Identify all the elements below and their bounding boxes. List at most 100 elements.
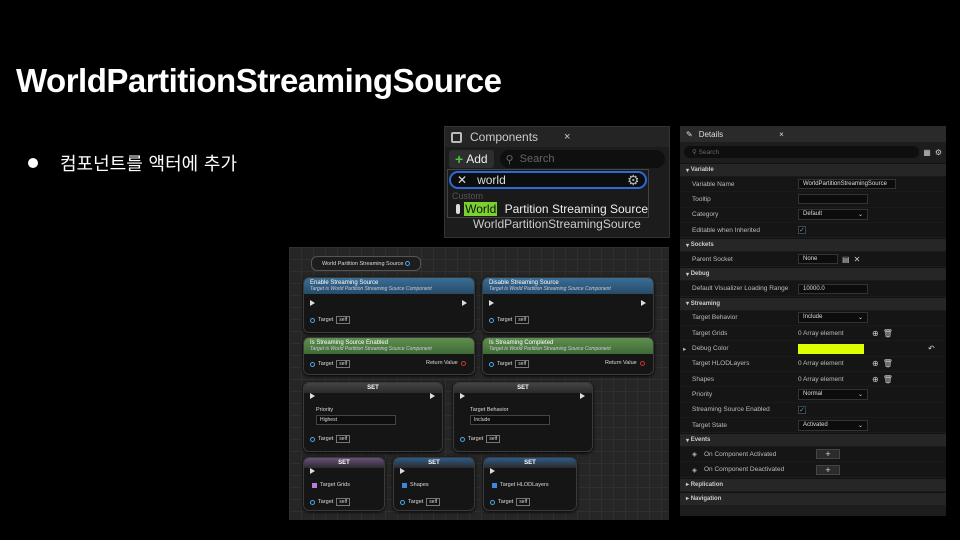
component-reference-node[interactable]: World Partition Streaming Source bbox=[311, 256, 421, 271]
details-search-input[interactable]: ⚲ Search bbox=[684, 146, 920, 158]
component-tree-item[interactable]: WorldPartitionStreamingSource bbox=[473, 217, 641, 231]
row-editable: Editable when Inherited ✓ bbox=[680, 221, 946, 238]
output-pin[interactable] bbox=[405, 261, 411, 266]
set-priority-node[interactable]: SET Priority Highest Target self bbox=[303, 382, 443, 452]
exec-out-pin[interactable] bbox=[462, 300, 467, 306]
clear-icon[interactable]: ✕ bbox=[854, 255, 861, 264]
target-pin[interactable] bbox=[310, 361, 315, 367]
search-icon: ⚲ bbox=[505, 153, 514, 166]
return-pin[interactable] bbox=[460, 360, 466, 366]
grid-view-icon[interactable]: ▦ bbox=[923, 148, 931, 157]
add-circle-icon[interactable]: ⊕ bbox=[872, 359, 879, 368]
add-event-button[interactable]: + bbox=[816, 449, 840, 460]
streaming-enabled-checkbox[interactable]: ✓ bbox=[798, 405, 806, 414]
close-icon[interactable]: × bbox=[564, 131, 570, 143]
clear-icon[interactable]: ✕ bbox=[457, 173, 467, 187]
set-shapes-node[interactable]: SET Shapes Target self bbox=[393, 457, 475, 511]
self-box[interactable]: self bbox=[515, 360, 530, 368]
add-event-button[interactable]: + bbox=[816, 464, 840, 475]
section-navigation[interactable]: ▸ Navigation bbox=[680, 491, 946, 505]
exec-out-pin[interactable] bbox=[641, 300, 646, 306]
target-behavior-select[interactable]: Include ⌄ bbox=[798, 312, 868, 324]
exec-out-pin[interactable] bbox=[580, 393, 585, 399]
self-box[interactable]: self bbox=[336, 316, 351, 324]
self-box[interactable]: self bbox=[426, 498, 441, 506]
node-title: SET bbox=[304, 383, 442, 393]
folder-icon[interactable]: ▤ bbox=[842, 255, 850, 264]
category-select[interactable]: Default ⌄ bbox=[798, 209, 868, 221]
return-pin[interactable] bbox=[639, 360, 645, 366]
exec-in-pin[interactable] bbox=[460, 393, 465, 399]
trash-icon[interactable]: 🗑 bbox=[883, 375, 893, 384]
gear-icon[interactable]: ⚙ bbox=[935, 148, 942, 157]
trash-icon[interactable]: 🗑 bbox=[883, 329, 893, 338]
trash-icon[interactable]: 🗑 bbox=[883, 359, 893, 368]
disable-streaming-node[interactable]: Disable Streaming Source Target is World … bbox=[482, 277, 654, 333]
array-pin[interactable] bbox=[492, 482, 497, 488]
is-streaming-completed-node[interactable]: Is Streaming Completed Target is World Pa… bbox=[482, 337, 654, 375]
set-target-hlod-node[interactable]: SET Target HLODLayers Target self bbox=[483, 457, 577, 511]
set-target-behavior-node[interactable]: SET Target Behavior Include Target self bbox=[453, 382, 593, 452]
set-target-grids-node[interactable]: SET Target Grids Target self bbox=[303, 457, 385, 511]
component-result-item[interactable]: World Partition Streaming Source bbox=[448, 201, 648, 217]
exec-in-pin[interactable] bbox=[310, 468, 315, 474]
target-pin[interactable] bbox=[489, 361, 494, 367]
pin-label: Target Behavior bbox=[470, 407, 509, 413]
search-input[interactable]: ⚲ Search bbox=[499, 150, 665, 168]
reset-icon[interactable]: ↶ bbox=[928, 344, 935, 353]
component-search-field[interactable]: ✕ world bbox=[449, 171, 647, 189]
exec-in-pin[interactable] bbox=[489, 300, 494, 306]
is-streaming-enabled-node[interactable]: Is Streaming Source Enabled Target is Wor… bbox=[303, 337, 475, 375]
close-icon[interactable]: × bbox=[779, 130, 784, 139]
add-button[interactable]: + Add bbox=[449, 150, 494, 168]
loading-range-field[interactable]: 10000.0 bbox=[798, 283, 868, 294]
priority-combo[interactable]: Highest bbox=[316, 415, 396, 425]
section-streaming[interactable]: ▾ Streaming bbox=[680, 296, 946, 310]
target-pin[interactable] bbox=[310, 436, 315, 442]
target-pin[interactable] bbox=[310, 317, 315, 323]
target-pin[interactable] bbox=[460, 436, 465, 442]
target-pin[interactable] bbox=[310, 499, 315, 505]
behavior-combo[interactable]: Include bbox=[470, 415, 550, 425]
self-box[interactable]: self bbox=[336, 435, 351, 443]
section-replication[interactable]: ▸ Replication bbox=[680, 477, 946, 491]
row-target-state: Target State Activated ⌄ bbox=[680, 416, 946, 433]
expand-arrow-icon[interactable]: ▸ bbox=[683, 345, 686, 353]
section-variable[interactable]: ▾ Variable bbox=[680, 163, 946, 176]
array-pin[interactable] bbox=[402, 482, 407, 488]
target-pin[interactable] bbox=[400, 499, 405, 505]
variable-name-field[interactable]: WorldPartitionStreamingSource bbox=[798, 179, 896, 190]
section-debug[interactable]: ▾ Debug bbox=[680, 267, 946, 281]
add-circle-icon[interactable]: ⊕ bbox=[872, 375, 879, 384]
self-box[interactable]: self bbox=[486, 435, 501, 443]
exec-in-pin[interactable] bbox=[310, 393, 315, 399]
gear-icon[interactable]: ⚙ bbox=[627, 172, 640, 189]
row-label: Target HLODLayers bbox=[692, 360, 750, 368]
parent-socket-field[interactable]: None bbox=[798, 254, 838, 265]
target-pin[interactable] bbox=[489, 317, 494, 323]
exec-in-pin[interactable] bbox=[310, 300, 315, 306]
details-tab[interactable]: ✎ Details × bbox=[680, 126, 946, 142]
node-title: SET bbox=[454, 383, 592, 393]
self-box[interactable]: self bbox=[336, 360, 351, 368]
enable-streaming-node[interactable]: Enable Streaming Source Target is World P… bbox=[303, 277, 475, 333]
section-events[interactable]: ▾ Events bbox=[680, 433, 946, 447]
self-box[interactable]: self bbox=[515, 316, 530, 324]
set-pin[interactable] bbox=[312, 482, 317, 488]
section-sockets[interactable]: ▾ Sockets bbox=[680, 238, 946, 252]
components-tab[interactable]: Components × bbox=[445, 127, 669, 147]
tooltip-field[interactable] bbox=[798, 194, 868, 205]
priority-select[interactable]: Normal ⌄ bbox=[798, 388, 868, 400]
target-state-select[interactable]: Activated ⌄ bbox=[798, 419, 868, 431]
exec-in-pin[interactable] bbox=[490, 468, 495, 474]
add-circle-icon[interactable]: ⊕ bbox=[872, 329, 879, 338]
target-pin[interactable] bbox=[490, 499, 495, 505]
self-box[interactable]: self bbox=[336, 498, 351, 506]
exec-in-pin[interactable] bbox=[400, 468, 405, 474]
exec-out-pin[interactable] bbox=[430, 393, 435, 399]
blueprint-graph[interactable]: World Partition Streaming Source Enable … bbox=[289, 247, 669, 520]
components-panel: Components × + Add ⚲ Search ✕ world Cust… bbox=[444, 126, 670, 238]
debug-color-swatch[interactable] bbox=[798, 343, 864, 354]
self-box[interactable]: self bbox=[516, 498, 531, 506]
editable-checkbox[interactable]: ✓ bbox=[798, 226, 806, 235]
